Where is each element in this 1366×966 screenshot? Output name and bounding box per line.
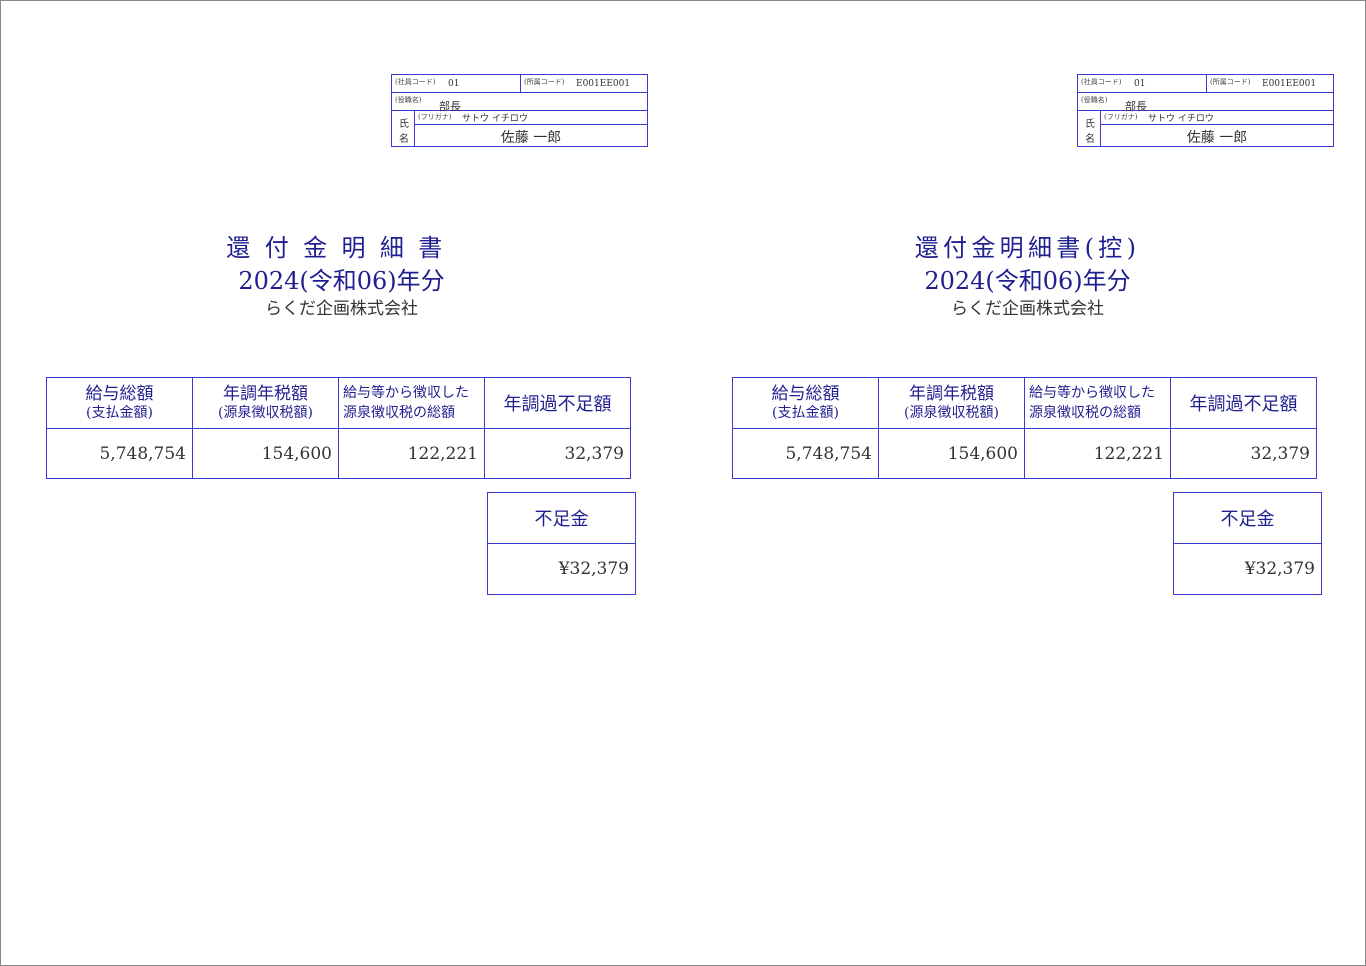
- header-annual-tax: 年調年税額 (源泉徴収税額): [192, 377, 339, 429]
- value-withheld-tax: 122,221: [338, 428, 485, 479]
- company-name: らくだ企画株式会社: [265, 299, 418, 319]
- company-name: らくだ企画株式会社: [951, 299, 1104, 319]
- dept-code: E001EE001: [1262, 79, 1317, 89]
- employee-name: 佐藤 一郎: [500, 130, 562, 146]
- kana-label: (フリガナ): [1104, 113, 1138, 121]
- header-adjustment: 年調過不足額: [484, 377, 631, 429]
- shortage-amount: ¥32,379: [1173, 543, 1322, 595]
- value-withheld-tax: 122,221: [1024, 428, 1171, 479]
- header-adjustment: 年調過不足額: [1170, 377, 1317, 429]
- value-annual-tax: 154,600: [878, 428, 1025, 479]
- value-total-pay: 5,748,754: [732, 428, 879, 479]
- dept-code-label: (所属コード): [1210, 78, 1251, 86]
- employee-code: 01: [448, 79, 460, 89]
- value-adjustment: 32,379: [484, 428, 631, 479]
- statement-copy: (社員コード) 01 (所属コード) E001EE001 (役職名) 部長 氏 …: [686, 0, 1366, 966]
- value-total-pay: 5,748,754: [46, 428, 193, 479]
- shortage-amount: ¥32,379: [487, 543, 636, 595]
- kana-value: サトウ イチロウ: [462, 114, 528, 124]
- document-year: 2024(令和06)年分: [238, 267, 445, 295]
- statement-original: (社員コード) 01 (所属コード) E001EE001 (役職名) 部長 氏 …: [0, 0, 683, 966]
- employee-code-label: (社員コード): [395, 78, 436, 86]
- value-annual-tax: 154,600: [192, 428, 339, 479]
- employee-code: 01: [1134, 79, 1146, 89]
- employee-name: 佐藤 一郎: [1186, 130, 1248, 146]
- summary-table: 給与総額 (支払金額) 年調年税額 (源泉徴収税額) 給与等から徴収した 源泉徴収税の…: [46, 377, 631, 479]
- dept-code-label: (所属コード): [524, 78, 565, 86]
- name-header: 氏 名: [392, 111, 415, 146]
- shortage-table: 不足金 ¥32,379: [487, 492, 636, 595]
- header-withheld-tax: 給与等から徴収した 源泉徴収税の総額: [1024, 377, 1171, 429]
- document-title: 還付金明細書(控): [914, 234, 1141, 262]
- employee-info-box: (社員コード) 01 (所属コード) E001EE001 (役職名) 部長 氏 …: [1077, 74, 1334, 147]
- employee-info-box: (社員コード) 01 (所属コード) E001EE001 (役職名) 部長 氏 …: [391, 74, 648, 147]
- shortage-table: 不足金 ¥32,379: [1173, 492, 1322, 595]
- summary-table: 給与総額 (支払金額) 年調年税額 (源泉徴収税額) 給与等から徴収した 源泉徴収税の…: [732, 377, 1317, 479]
- header-total-pay: 給与総額 (支払金額): [732, 377, 879, 429]
- document-year: 2024(令和06)年分: [924, 267, 1131, 295]
- position-label: (役職名): [1081, 96, 1108, 104]
- kana-value: サトウ イチロウ: [1148, 114, 1214, 124]
- document-title: 還付金明細書: [226, 234, 457, 262]
- dept-code: E001EE001: [576, 79, 631, 89]
- header-withheld-tax: 給与等から徴収した 源泉徴収税の総額: [338, 377, 485, 429]
- shortage-label: 不足金: [487, 492, 636, 544]
- position-label: (役職名): [395, 96, 422, 104]
- header-annual-tax: 年調年税額 (源泉徴収税額): [878, 377, 1025, 429]
- employee-code-label: (社員コード): [1081, 78, 1122, 86]
- value-adjustment: 32,379: [1170, 428, 1317, 479]
- header-total-pay: 給与総額 (支払金額): [46, 377, 193, 429]
- shortage-label: 不足金: [1173, 492, 1322, 544]
- kana-label: (フリガナ): [418, 113, 452, 121]
- name-header: 氏 名: [1078, 111, 1101, 146]
